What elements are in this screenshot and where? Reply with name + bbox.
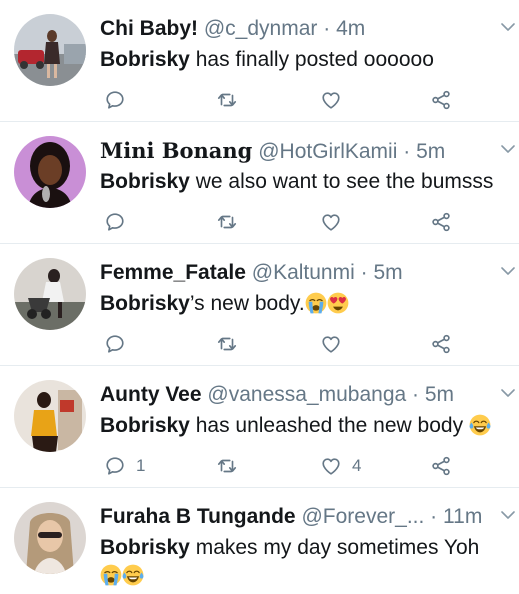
separator-dot: ·	[430, 505, 438, 528]
tweet-body: has finally posted oooooo	[189, 48, 434, 71]
mention[interactable]: Bobrisky	[100, 292, 190, 315]
display-name[interactable]: Mini Bonang	[100, 138, 252, 163]
user-handle[interactable]: @Forever_...	[301, 505, 424, 528]
display-name[interactable]: Furaha B Tungande	[100, 505, 296, 528]
timestamp[interactable]: 11m	[443, 505, 482, 528]
tears-of-joy-emoji	[469, 414, 491, 436]
avatar[interactable]	[14, 380, 86, 452]
user-handle[interactable]: @Kaltunmi	[252, 261, 355, 284]
avatar[interactable]	[14, 14, 86, 86]
like-icon	[320, 455, 342, 477]
like-button[interactable]: 4	[320, 454, 361, 478]
share-button[interactable]	[430, 88, 452, 112]
tweet[interactable]: Furaha B Tungande @Forever_... · 11m Bob…	[0, 488, 519, 594]
reply-button[interactable]: 1	[104, 454, 145, 478]
chevron-down-icon[interactable]	[501, 266, 515, 280]
loudly-crying-face-emoji	[100, 564, 122, 586]
reply-button[interactable]	[104, 210, 136, 234]
tweet-text: Bobrisky we also want to see the bumsss	[100, 168, 519, 196]
avatar[interactable]	[14, 258, 86, 330]
reply-icon	[104, 211, 126, 233]
separator-dot: ·	[323, 17, 331, 40]
user-handle[interactable]: @HotGirlKamii	[258, 140, 397, 163]
tweet-text: Bobrisky’s new body.	[100, 290, 519, 318]
retweet-icon	[216, 455, 238, 477]
tweet-text: Bobrisky has unleashed the new body	[100, 412, 519, 440]
tweet[interactable]: Aunty Vee @vanessa_mubanga · 5m Bobrisky…	[0, 366, 519, 488]
tweet[interactable]: Mini Bonang @HotGirlKamii · 5m Bobrisky …	[0, 122, 519, 244]
share-icon	[430, 333, 452, 355]
reply-icon	[104, 455, 126, 477]
tweet-header: Femme_Fatale @Kaltunmi · 5m	[100, 260, 491, 286]
separator-dot: ·	[412, 383, 420, 406]
reply-button[interactable]	[104, 332, 136, 356]
timestamp[interactable]: 5m	[373, 261, 402, 284]
tweet-header: Mini Bonang @HotGirlKamii · 5m	[100, 138, 491, 165]
tweet-body: makes my day sometimes Yoh	[189, 536, 480, 559]
reply-icon	[104, 333, 126, 355]
tears-of-joy-emoji	[122, 564, 144, 586]
chevron-down-icon[interactable]	[501, 22, 515, 36]
display-name[interactable]: Chi Baby!	[100, 17, 198, 40]
chevron-down-icon[interactable]	[501, 144, 515, 158]
retweet-icon	[216, 211, 238, 233]
share-button[interactable]	[430, 210, 452, 234]
retweet-button[interactable]	[216, 88, 238, 112]
avatar[interactable]	[14, 136, 86, 208]
tweet-actions	[100, 210, 459, 234]
retweet-button[interactable]	[216, 210, 238, 234]
user-handle[interactable]: @c_dynmar	[204, 17, 318, 40]
retweet-button[interactable]	[216, 332, 238, 356]
mention[interactable]: Bobrisky	[100, 170, 190, 193]
share-icon	[430, 89, 452, 111]
like-button[interactable]	[320, 210, 352, 234]
avatar[interactable]	[14, 502, 86, 574]
retweet-icon	[216, 333, 238, 355]
chevron-down-icon[interactable]	[501, 510, 515, 524]
like-icon	[320, 333, 342, 355]
like-button[interactable]	[320, 88, 352, 112]
tweet-body: we also want to see the bumsss	[189, 170, 494, 193]
timestamp[interactable]: 5m	[416, 140, 445, 163]
tweet-actions: 1 4	[100, 454, 459, 478]
tweet-text: Bobrisky makes my day sometimes Yoh	[100, 534, 513, 590]
share-button[interactable]	[430, 454, 452, 478]
reply-icon	[104, 89, 126, 111]
retweet-button[interactable]	[216, 454, 238, 478]
heart-eyes-emoji	[327, 292, 349, 314]
timestamp[interactable]: 5m	[425, 383, 454, 406]
tweet-actions	[100, 332, 459, 356]
loudly-crying-face-emoji	[305, 292, 327, 314]
retweet-icon	[216, 89, 238, 111]
tweet[interactable]: Femme_Fatale @Kaltunmi · 5m Bobrisky’s n…	[0, 244, 519, 366]
user-handle[interactable]: @vanessa_mubanga	[207, 383, 406, 406]
tweet[interactable]: Chi Baby! @c_dynmar · 4m Bobrisky has fi…	[0, 0, 519, 122]
like-count: 4	[352, 456, 362, 475]
separator-dot: ·	[360, 261, 368, 284]
share-icon	[430, 211, 452, 233]
timestamp[interactable]: 4m	[336, 17, 365, 40]
chevron-down-icon[interactable]	[501, 388, 515, 402]
mention[interactable]: Bobrisky	[100, 536, 190, 559]
share-icon	[430, 455, 452, 477]
mention[interactable]: Bobrisky	[100, 414, 190, 437]
tweet-actions	[100, 88, 459, 112]
reply-count: 1	[136, 456, 146, 475]
tweet-body: ’s new body.	[189, 292, 305, 315]
tweet-header: Aunty Vee @vanessa_mubanga · 5m	[100, 382, 491, 408]
separator-dot: ·	[403, 140, 411, 163]
tweet-body: has unleashed the new body	[189, 414, 464, 437]
tweet-text: Bobrisky has finally posted oooooo	[100, 46, 519, 74]
mention[interactable]: Bobrisky	[100, 48, 190, 71]
reply-button[interactable]	[104, 88, 136, 112]
tweet-header: Furaha B Tungande @Forever_... · 11m	[100, 504, 491, 530]
tweet-header: Chi Baby! @c_dynmar · 4m	[100, 16, 491, 42]
display-name[interactable]: Aunty Vee	[100, 383, 202, 406]
display-name[interactable]: Femme_Fatale	[100, 261, 246, 284]
like-icon	[320, 89, 342, 111]
share-button[interactable]	[430, 332, 452, 356]
like-icon	[320, 211, 342, 233]
like-button[interactable]	[320, 332, 352, 356]
